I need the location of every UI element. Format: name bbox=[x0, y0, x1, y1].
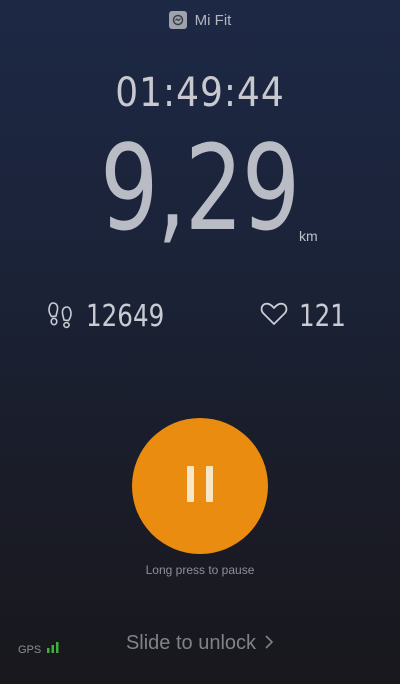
distance-display: 9,29 km bbox=[0, 118, 400, 268]
unlock-label: Slide to unlock bbox=[125, 632, 257, 654]
heart-icon bbox=[259, 300, 289, 332]
steps-value: 12649 bbox=[86, 298, 165, 334]
steps-stat: 12649 bbox=[46, 296, 181, 336]
footprints-icon bbox=[46, 299, 76, 333]
workout-duration: 01:49:44 bbox=[115, 70, 285, 116]
app-header: Mi Fit bbox=[0, 8, 400, 32]
pause-icon bbox=[180, 462, 220, 510]
distance-unit: km bbox=[299, 228, 318, 244]
pause-button[interactable] bbox=[132, 418, 268, 554]
slide-to-unlock[interactable]: Slide to unlock bbox=[0, 632, 400, 655]
heart-rate-value: 121 bbox=[299, 298, 346, 334]
pause-hint: Long press to pause bbox=[145, 563, 255, 577]
app-title: Mi Fit bbox=[194, 11, 232, 29]
heart-rate-stat: 121 bbox=[259, 296, 356, 336]
mi-fit-logo-icon bbox=[168, 11, 187, 29]
chevron-right-icon bbox=[264, 634, 274, 654]
distance-value: 9,29 bbox=[100, 119, 300, 257]
